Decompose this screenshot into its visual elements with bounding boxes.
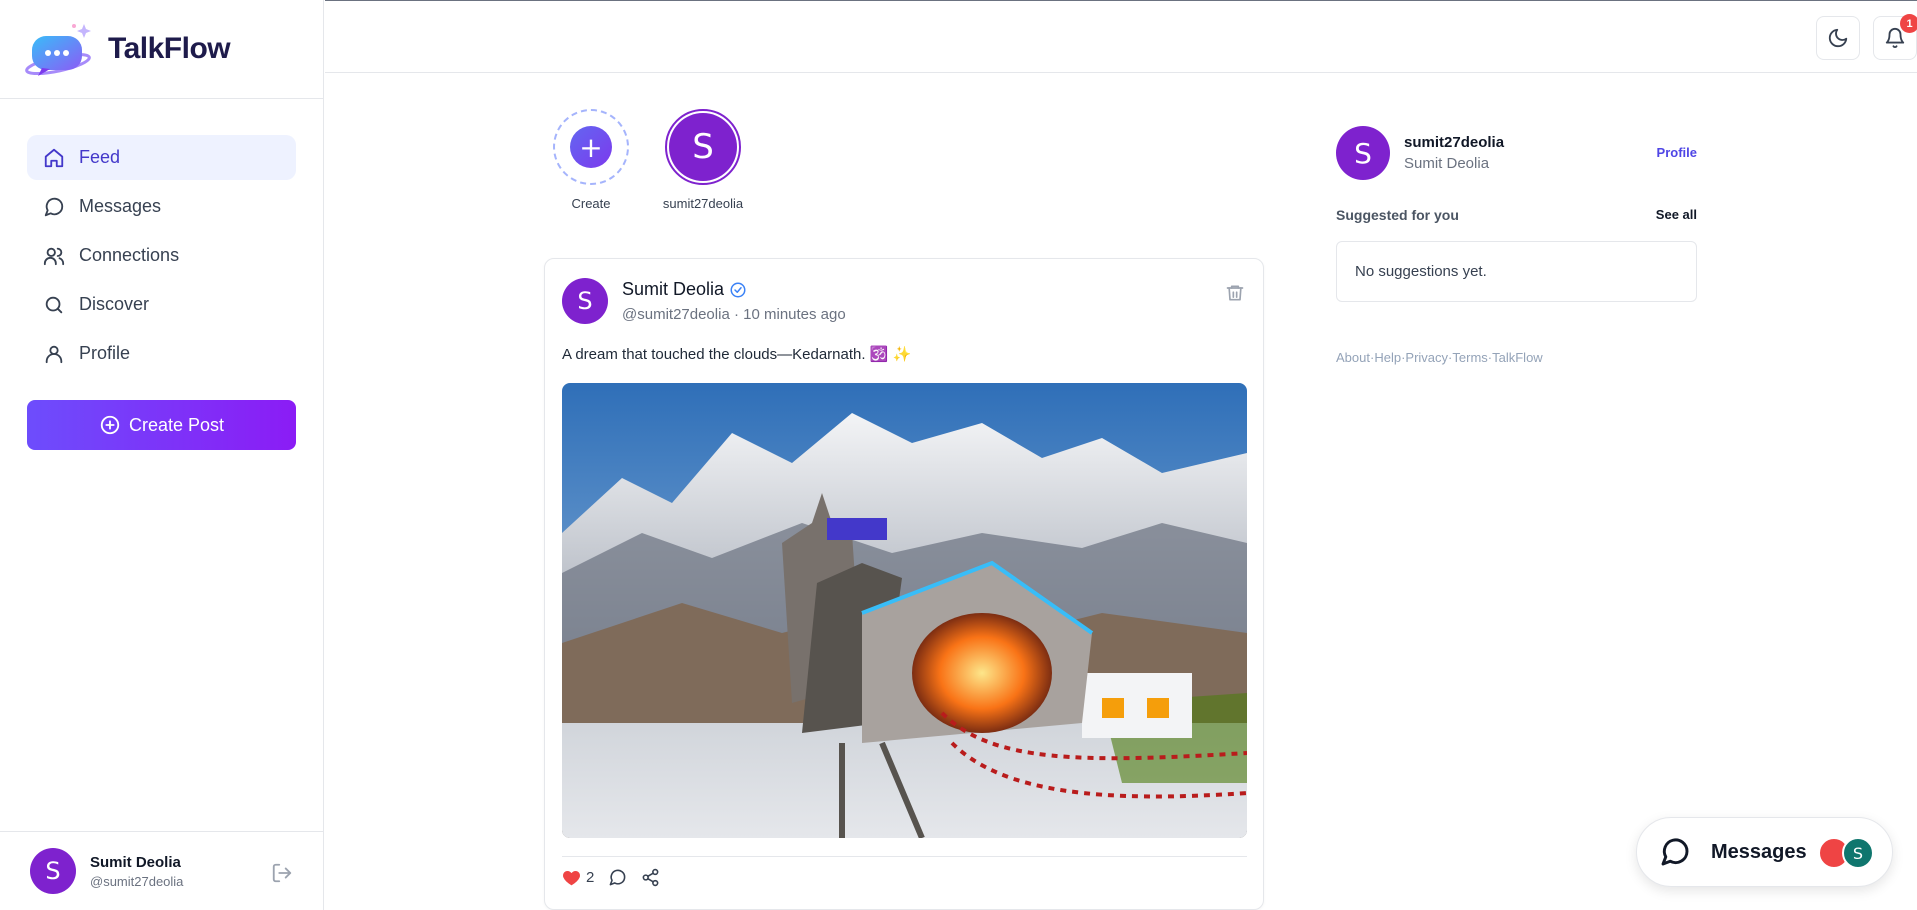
- heart-icon: [563, 870, 580, 886]
- nav-item-label: Feed: [79, 147, 121, 167]
- comment-button[interactable]: [608, 868, 627, 887]
- nav-item-discover[interactable]: Discover: [27, 282, 296, 327]
- message-circle-icon: [1661, 838, 1689, 866]
- footer-link-privacy[interactable]: Privacy: [1405, 350, 1448, 365]
- right-panel: S sumit27deolia Sumit Deolia Profile Sug…: [1336, 125, 1697, 365]
- main-nav: Feed Messages Connections Discover Profi…: [0, 99, 323, 376]
- topbar: 1: [325, 0, 1917, 73]
- messages-pill[interactable]: Messages S: [1636, 817, 1893, 887]
- brand-name: TalkFlow: [108, 32, 231, 65]
- users-icon: [43, 247, 65, 265]
- suggestions-title: Suggested for you: [1336, 207, 1459, 223]
- share-icon: [642, 868, 659, 887]
- post-subline: @sumit27deolia · 10 minutes ago: [622, 306, 846, 323]
- footer-link-terms[interactable]: Terms: [1452, 350, 1487, 365]
- nav-item-feed[interactable]: Feed: [27, 135, 296, 180]
- create-post-label: Create Post: [128, 414, 225, 435]
- footer-link-about[interactable]: About: [1336, 350, 1370, 365]
- messages-pill-label: Messages: [1711, 840, 1807, 863]
- messages-avatars: S: [1818, 837, 1874, 869]
- suggestions-header: Suggested for you See all: [1336, 207, 1697, 223]
- post-text: A dream that touched the clouds—Kedarnat…: [562, 346, 912, 363]
- story-user[interactable]: S sumit27deolia: [663, 109, 743, 211]
- message-circle-icon: [44, 197, 64, 216]
- nav-item-profile[interactable]: Profile: [27, 331, 296, 376]
- post-author[interactable]: Sumit Deolia: [622, 279, 846, 300]
- nav-item-label: Profile: [79, 343, 131, 363]
- story-label: Create: [571, 196, 611, 211]
- post-image[interactable]: [562, 383, 1247, 838]
- verified-badge-icon: [730, 282, 746, 297]
- notifications-button[interactable]: 1: [1873, 14, 1917, 60]
- plus-icon: +: [570, 126, 612, 168]
- avatar: S: [30, 848, 76, 894]
- separator: ·: [733, 306, 739, 323]
- suggestions-empty: No suggestions yet.: [1336, 241, 1697, 302]
- post-handle: @sumit27deolia: [622, 306, 730, 323]
- nav-item-messages[interactable]: Messages: [27, 184, 296, 229]
- notification-badge: 1: [1900, 14, 1917, 33]
- nav-item-label: Messages: [79, 196, 162, 216]
- see-all-link[interactable]: See all: [1656, 207, 1697, 223]
- username: sumit27deolia: [1404, 134, 1505, 151]
- avatar: S: [1842, 837, 1874, 869]
- sidebar: TalkFlow Feed Messages Connections Disco…: [0, 0, 324, 910]
- post-actions: 2: [562, 856, 1247, 887]
- avatar: S: [669, 113, 737, 181]
- profile-link[interactable]: Profile: [1657, 145, 1697, 160]
- avatar[interactable]: S: [562, 278, 608, 324]
- nav-item-label: Connections: [79, 245, 180, 265]
- current-user-card[interactable]: S Sumit Deolia @sumit27deolia: [0, 831, 323, 910]
- comment-icon: [609, 869, 626, 886]
- story-label: sumit27deolia: [662, 196, 744, 211]
- create-post-button[interactable]: Create Post: [27, 400, 296, 450]
- theme-toggle-button[interactable]: [1816, 16, 1860, 60]
- current-user-summary: S sumit27deolia Sumit Deolia Profile: [1336, 125, 1697, 181]
- footer-link-brand[interactable]: TalkFlow: [1492, 350, 1543, 365]
- home-icon: [44, 148, 64, 167]
- user-name: Sumit Deolia: [90, 853, 181, 871]
- user-icon: [45, 345, 63, 363]
- story-user-ring: S: [665, 109, 741, 185]
- footer-links: About·Help·Privacy·Terms·TalkFlow: [1336, 350, 1697, 365]
- avatar[interactable]: S: [1336, 126, 1390, 180]
- share-button[interactable]: [641, 868, 660, 887]
- story-create[interactable]: + Create: [551, 109, 631, 211]
- talkflow-logo-icon: [22, 18, 98, 80]
- moon-icon: [1828, 28, 1848, 48]
- nav-item-label: Discover: [79, 294, 150, 314]
- post-author-name: Sumit Deolia: [622, 279, 725, 299]
- story-create-ring: +: [553, 109, 629, 185]
- stories-row: + Create S sumit27deolia: [551, 109, 775, 211]
- brand[interactable]: TalkFlow: [0, 0, 323, 99]
- post-header: S Sumit Deolia @sumit27deolia · 10 minut…: [562, 278, 846, 324]
- like-button[interactable]: 2: [562, 868, 594, 887]
- user-handle: @sumit27deolia: [90, 873, 184, 889]
- footer-link-help[interactable]: Help: [1374, 350, 1401, 365]
- trash-icon[interactable]: [1225, 283, 1245, 303]
- nav-item-connections[interactable]: Connections: [27, 233, 296, 278]
- post-time: 10 minutes ago: [743, 306, 846, 323]
- post-card: S Sumit Deolia @sumit27deolia · 10 minut…: [544, 258, 1264, 910]
- logout-icon[interactable]: [271, 862, 293, 884]
- like-count: 2: [586, 869, 595, 886]
- plus-circle-icon: [100, 415, 120, 435]
- display-name: Sumit Deolia: [1404, 155, 1490, 172]
- search-icon: [45, 296, 63, 313]
